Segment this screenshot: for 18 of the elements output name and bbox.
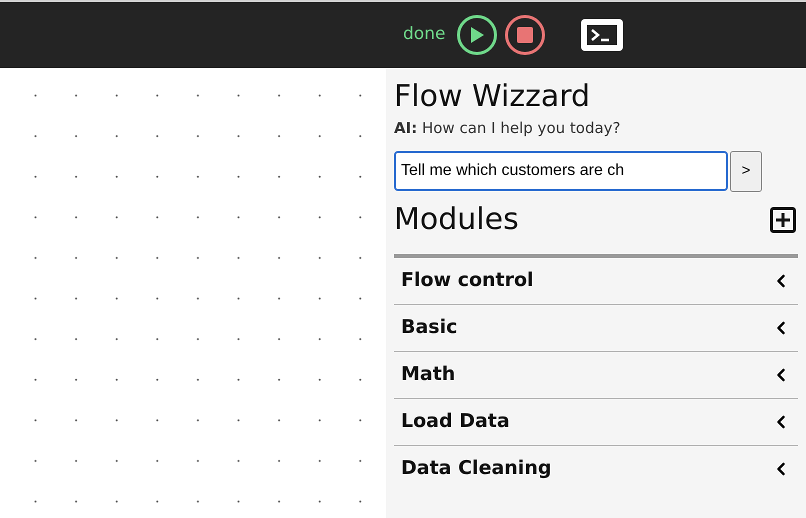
terminal-icon xyxy=(587,25,618,45)
module-category[interactable]: Load Data xyxy=(394,398,798,444)
modules-heading: Modules xyxy=(394,200,519,238)
status-text: done xyxy=(403,23,446,46)
wizard-title: Flow Wizzard xyxy=(394,78,592,116)
stop-button[interactable] xyxy=(505,15,546,55)
play-icon xyxy=(469,26,486,44)
ai-message: AI: How can I help you today? xyxy=(394,118,622,139)
add-icon[interactable] xyxy=(770,206,796,232)
terminal-button[interactable] xyxy=(581,19,624,51)
module-category[interactable]: Flow control xyxy=(394,258,798,304)
play-button[interactable] xyxy=(457,15,498,55)
module-category[interactable]: Data Cleaning xyxy=(394,446,798,492)
module-category[interactable]: Basic xyxy=(394,304,798,350)
stop-icon xyxy=(517,27,534,43)
send-button[interactable]: > xyxy=(730,150,762,192)
module-category[interactable]: Math xyxy=(394,352,798,398)
chat-input-field[interactable]: Tell me which customers are ch xyxy=(394,151,728,191)
